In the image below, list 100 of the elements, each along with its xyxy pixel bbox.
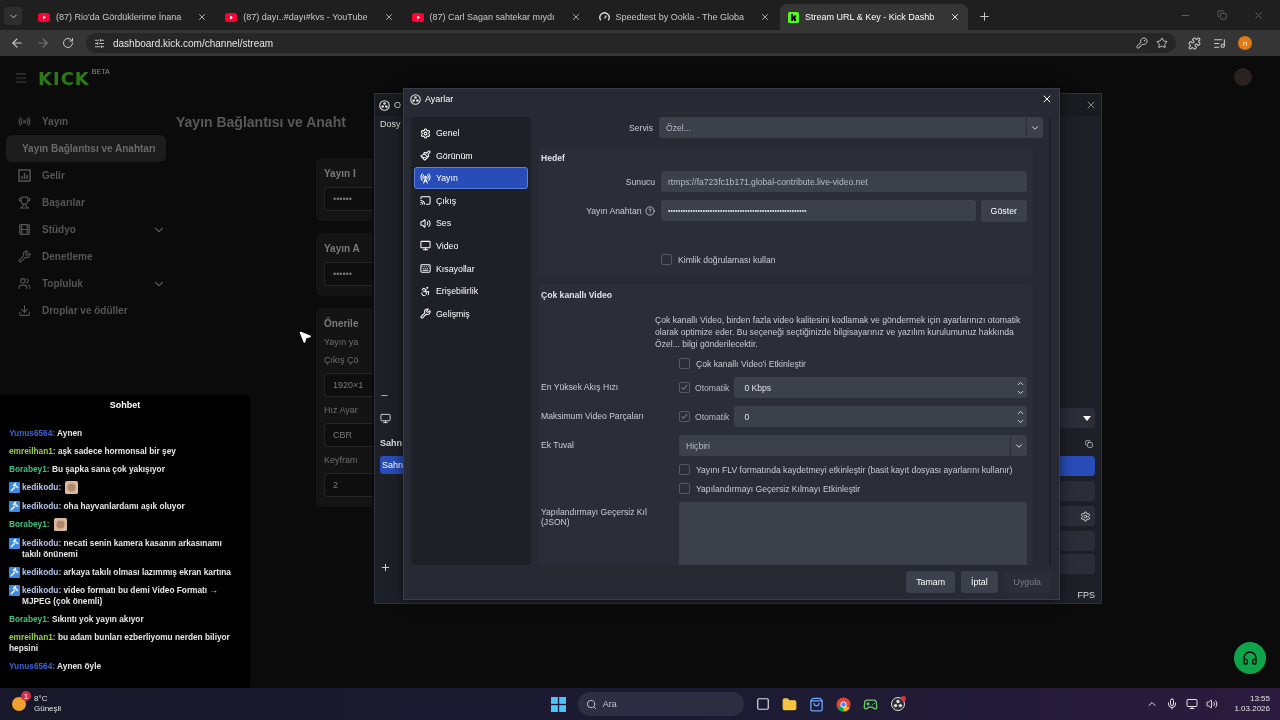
plus-icon[interactable] [380, 562, 391, 573]
reload-icon[interactable] [62, 37, 74, 49]
chat-message: emreilhan1: aşk sadece hormonsal bir şey [9, 446, 176, 457]
section-item[interactable]: Çıkış [414, 189, 528, 212]
site-info-icon [94, 37, 105, 49]
wrench-icon [18, 250, 31, 263]
chat-message: kedikodu: video formatı bu demi Video Formatı → MJPEG (çok önemli) [22, 585, 219, 607]
server-field[interactable]: rtmps://fa723fc1b171.global-contribute.live-video.net [661, 171, 1027, 192]
browser-app-icon[interactable] [835, 696, 851, 712]
section-item[interactable]: Yayın [414, 167, 528, 190]
service-dropdown[interactable]: Özel... [659, 117, 1043, 138]
media-icon[interactable] [1213, 36, 1226, 50]
description-text: Çok kanallı Video, birden fazla video kalitesini kodlamak ve göndermek için ayarlarınızı otomatik olarak optimize eder. Bu seçeneği seçtiğinizde bilgisayarınız ve yazılım kurulumunuz hakkında Özel... bilgi gönderilecektir. [655, 314, 1022, 350]
bookmark-star-icon[interactable] [1156, 37, 1168, 49]
store-icon[interactable] [808, 696, 824, 712]
new-tab-icon[interactable] [978, 10, 992, 23]
clock[interactable]: 13:55 1.03.2026 [1234, 694, 1270, 714]
browser-tab[interactable]: Stream URL & Key - Kick Dashb [780, 4, 969, 30]
trophy-icon [18, 196, 31, 209]
input-field[interactable]: •••••• [324, 262, 372, 286]
group-title: Hedef [541, 153, 566, 163]
close-icon[interactable] [197, 12, 208, 22]
forward-icon[interactable] [36, 36, 50, 50]
gamepad-icon[interactable] [862, 696, 878, 712]
checkbox[interactable] [679, 483, 690, 494]
obs-logo-icon [410, 93, 421, 105]
section-item[interactable]: Gelişmiş [414, 302, 528, 325]
obs-app-icon[interactable] [889, 696, 906, 712]
field-label: Çıkış Çö [324, 355, 360, 365]
display-icon[interactable] [1186, 698, 1199, 710]
emote-icon [53, 518, 67, 531]
input-field[interactable]: •••••• [324, 187, 372, 211]
field-label: En Yüksek Akış Hızı [541, 381, 620, 392]
chat-message: kedikodu: arkaya takılı olması lazımmış ekran kartına [22, 567, 231, 578]
checkbox[interactable] [679, 464, 690, 475]
checkbox-label: Otomatik [695, 382, 730, 393]
input-field[interactable]: 2 [324, 473, 372, 497]
section-item[interactable]: Kısayollar [414, 257, 528, 280]
close-icon[interactable] [760, 12, 770, 22]
headset-icon [1242, 650, 1258, 666]
close-icon[interactable] [383, 12, 394, 22]
windows-start-icon[interactable] [550, 696, 566, 712]
undock-icon[interactable] [1085, 440, 1093, 448]
number-field[interactable]: 0 [734, 406, 1027, 427]
dialog-button[interactable]: İptal [960, 571, 998, 593]
logo[interactable]: KICK [38, 67, 90, 89]
speaker-icon [420, 217, 431, 229]
input-field[interactable]: CBR [324, 423, 372, 447]
folder-icon[interactable] [781, 696, 797, 712]
close-icon[interactable] [1041, 93, 1053, 105]
browser-tab[interactable]: (87) dayı..#dayı#kvs - YouTube [217, 4, 402, 30]
menu-item[interactable]: Dosy [380, 119, 401, 129]
number-field[interactable]: 0 Kbps [734, 377, 1027, 398]
field-label: Keyfram [324, 455, 359, 465]
show-button[interactable]: Göster [980, 200, 1027, 222]
chat-message: Borabey1: [9, 519, 50, 530]
search-field[interactable]: Ara [577, 692, 744, 716]
dropdown[interactable] [1059, 408, 1095, 428]
tab-search-button[interactable] [4, 7, 22, 25]
checkbox[interactable] [661, 254, 672, 265]
section-item[interactable]: Görünüm [414, 144, 528, 167]
video-play-icon [411, 12, 424, 22]
checkbox[interactable] [679, 411, 690, 422]
browser-tab[interactable]: (87) Rio'da Gördüklerime İnana [30, 4, 216, 30]
section-item[interactable]: Video [414, 234, 528, 257]
download-icon [18, 304, 31, 317]
dialog-button[interactable]: Tamam [906, 571, 955, 593]
help-button[interactable] [1234, 642, 1266, 674]
speaker-icon[interactable] [1206, 698, 1219, 710]
field-label: Sunucu [624, 176, 655, 187]
checkbox[interactable] [679, 358, 690, 369]
section-item[interactable]: Ses [414, 212, 528, 235]
window-title: O [394, 100, 401, 110]
close-icon[interactable] [950, 12, 961, 22]
wrench-icon [420, 308, 431, 320]
extensions-icon[interactable] [1188, 36, 1201, 50]
checkmark-icon [681, 413, 688, 420]
gauge-icon [598, 11, 610, 23]
help-icon[interactable] [645, 206, 655, 216]
settings-button[interactable] [1059, 506, 1095, 526]
browser-tab[interactable]: Speedtest by Ookla - The Globa [590, 4, 778, 30]
canvas-dropdown[interactable]: Hiçbiri [679, 435, 1027, 456]
checkbox[interactable] [679, 382, 690, 393]
address-bar[interactable]: dashboard.kick.com/channel/stream [86, 33, 1176, 53]
section-item[interactable]: Genel [414, 122, 528, 144]
microphone-icon[interactable] [1166, 698, 1179, 710]
back-icon[interactable] [10, 36, 24, 50]
chat-message: kedikodu: necati senin kamera kasanın arkasınamı takılı önünemi [22, 538, 223, 560]
close-icon[interactable] [570, 12, 581, 22]
section-item[interactable]: Erişebilirlik [414, 280, 528, 303]
accessibility-icon [420, 285, 431, 297]
scene-item[interactable]: Sahn [380, 456, 404, 474]
browser-tab[interactable]: (87) Carl Sagan sahtekar mıydı [403, 4, 589, 30]
task-view-icon[interactable] [755, 697, 770, 711]
chat-message: emreilhan1: bu adam bunları ezberliyomu nerden biliyor hepsini [9, 632, 231, 654]
paintbrush-icon [420, 150, 431, 162]
input-field[interactable]: 1920×1 [324, 373, 372, 397]
antenna-icon [420, 172, 431, 184]
key-icon[interactable] [1136, 37, 1148, 49]
sun-icon [10, 695, 28, 713]
